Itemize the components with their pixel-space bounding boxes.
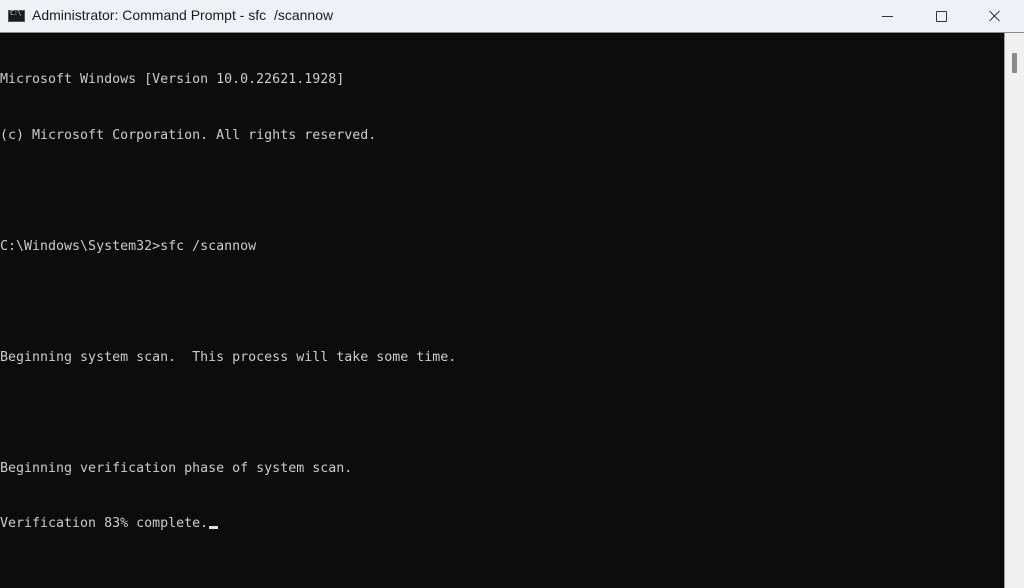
console-line: Beginning verification phase of system s… (0, 460, 353, 476)
console-line: Beginning system scan. This process will… (0, 349, 457, 365)
vertical-scrollbar[interactable] (1004, 33, 1024, 588)
console-line: (c) Microsoft Corporation. All rights re… (0, 127, 377, 143)
window-title: Administrator: Command Prompt - sfc /sca… (32, 7, 334, 23)
close-button[interactable] (972, 0, 1018, 32)
minimize-icon (881, 15, 893, 17)
console-line-current: Verification 83% complete. (0, 515, 1004, 534)
text-cursor (209, 526, 219, 529)
minimize-button[interactable] (864, 0, 910, 32)
progress-text: Verification 83% complete. (0, 516, 209, 531)
command-prompt-window: Administrator: Command Prompt - sfc /sca… (0, 0, 1024, 588)
console-output[interactable]: Microsoft Windows [Version 10.0.22621.19… (0, 33, 1004, 588)
console-line: Microsoft Windows [Version 10.0.22621.19… (0, 72, 345, 87)
command-prompt-icon[interactable] (8, 9, 25, 22)
title-bar[interactable]: Administrator: Command Prompt - sfc /sca… (0, 0, 1024, 33)
console-line: C:\Windows\System32>sfc /scannow (0, 238, 257, 254)
scrollbar-thumb[interactable] (1012, 53, 1017, 73)
close-icon (989, 10, 1001, 22)
maximize-icon (935, 10, 947, 22)
maximize-button[interactable] (918, 0, 964, 32)
